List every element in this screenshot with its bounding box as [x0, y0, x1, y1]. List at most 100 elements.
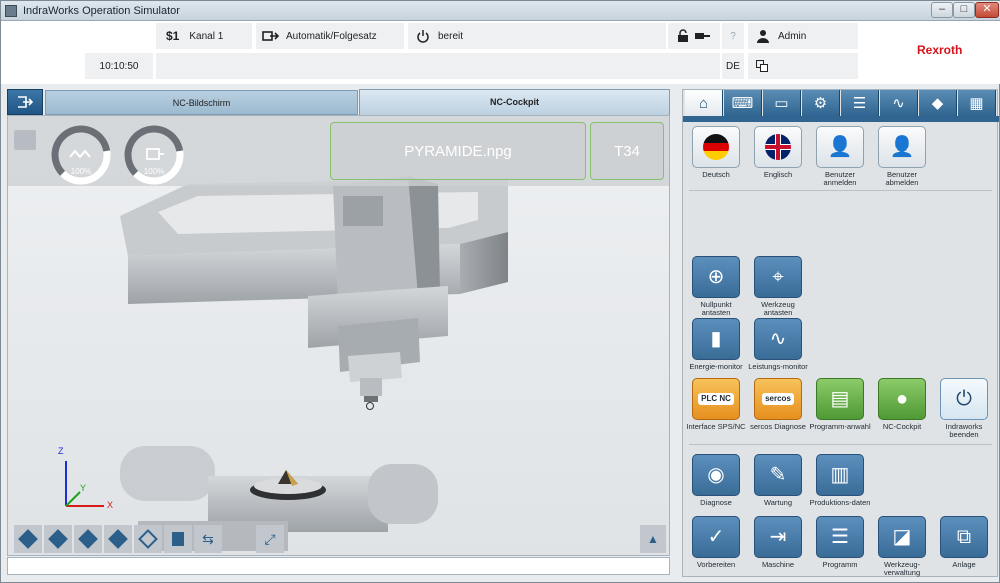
bar-chart-tile[interactable]: ▥ Produktions-daten — [809, 454, 871, 507]
tab-home[interactable]: ⌂ — [685, 90, 723, 116]
view-top-button[interactable] — [104, 525, 132, 553]
tile-label: Maschine — [761, 560, 795, 569]
sercos-tile[interactable]: sercos sercos Diagnose — [747, 378, 809, 431]
tile-label: Indraworks beenden — [945, 422, 983, 439]
channel-name: Kanal 1 — [189, 30, 224, 42]
machine-icon — [172, 532, 184, 546]
uk-flag-icon — [754, 126, 802, 168]
plc-nc-tile[interactable]: PLC NC Interface SPS/NC — [685, 378, 747, 431]
tab-grid[interactable]: ▦ — [958, 90, 996, 116]
scroll-up-button[interactable]: ▲ — [640, 525, 666, 553]
program-name[interactable]: PYRAMIDE.npg — [330, 122, 586, 180]
user-display[interactable]: Admin — [748, 23, 858, 49]
copy-icon — [756, 60, 768, 72]
view-wireframe-button[interactable] — [134, 525, 162, 553]
tab-keyboard[interactable]: ⌨ — [724, 90, 762, 116]
view-front-button[interactable] — [44, 525, 72, 553]
status-display: bereit — [408, 23, 668, 49]
status-bar — [7, 557, 670, 575]
power-tile[interactable]: ⏻ Indraworks beenden — [933, 378, 995, 439]
tab-oscilloscope[interactable]: ∿ — [880, 90, 918, 116]
user-logout-icon: 👤 — [878, 126, 926, 168]
tab-handshake[interactable]: ◆ — [919, 90, 957, 116]
exit-icon — [18, 96, 34, 108]
maximize-button[interactable]: □ — [953, 2, 975, 18]
cube-icon — [48, 529, 68, 549]
bar-chart-icon: ▥ — [816, 454, 864, 496]
handshake-icon: ◆ — [931, 95, 944, 112]
tile-label: Benutzer abmelden — [885, 170, 919, 187]
tab-nc-cockpit[interactable]: NC-Cockpit — [359, 89, 670, 115]
view-machine-button[interactable] — [164, 525, 192, 553]
tile-label: Vorbereiten — [696, 560, 736, 569]
fullscreen-button[interactable]: ⤢ — [256, 525, 284, 553]
mode-display[interactable]: Automatik/Folgesatz — [256, 23, 406, 49]
plant-tile[interactable]: ⧉ Anlage — [933, 516, 995, 569]
user-icon — [757, 30, 769, 43]
view-path-button[interactable]: ⇆ — [194, 525, 222, 553]
message-line — [156, 53, 722, 79]
tool-probe-icon: ⌖ — [754, 256, 802, 298]
zero-point-tile[interactable]: ⊕ Nullpunkt antasten — [685, 256, 747, 317]
eye-tile[interactable]: ◉ Diagnose — [685, 454, 747, 507]
view-side-button[interactable] — [74, 525, 102, 553]
tile-label: Nullpunkt antasten — [700, 300, 732, 317]
list-tile[interactable]: ☰ Programm — [809, 516, 871, 569]
tile-label: Produktions-daten — [809, 498, 871, 507]
tile-label: Diagnose — [700, 498, 732, 507]
gear-icon: ⚙ — [813, 95, 828, 112]
tool-number[interactable]: T34 — [590, 122, 664, 180]
language-indicator[interactable]: DE — [722, 53, 746, 79]
copy-area[interactable] — [748, 53, 858, 79]
view-iso-button[interactable] — [14, 525, 42, 553]
user-login-tile[interactable]: 👤 Benutzer anmelden — [809, 126, 871, 187]
channel-symbol: $1 — [166, 29, 180, 43]
tab-machine[interactable]: ▭ — [763, 90, 801, 116]
german-flag-icon — [692, 126, 740, 168]
tab-nc-bildschirm[interactable]: NC-Bildschirm — [45, 90, 358, 115]
channel-selector[interactable]: $1 Kanal 1 — [156, 23, 254, 49]
expand-icon: ⤢ — [264, 530, 276, 547]
close-button[interactable]: ✕ — [975, 2, 999, 18]
power-monitor-tile[interactable]: ∿ Leistungs-monitor — [747, 318, 809, 371]
machine-enter-tile[interactable]: ⇥ Maschine — [747, 516, 809, 569]
wrench-tile[interactable]: ✎ Wartung — [747, 454, 809, 507]
tile-label: Wartung — [763, 498, 793, 507]
tile-label: Anlage — [952, 560, 976, 569]
tile-label: NC-Cockpit — [882, 422, 922, 431]
help-button[interactable]: ? — [722, 23, 746, 49]
check-tile[interactable]: ✓ Vorbereiten — [685, 516, 747, 569]
tile-label: Benutzer anmelden — [823, 170, 857, 187]
lock-area[interactable] — [668, 23, 722, 49]
tile-label: Programm — [822, 560, 858, 569]
exit-screen-button[interactable] — [7, 89, 43, 115]
user-login-icon: 👤 — [816, 126, 864, 168]
tab-checklist[interactable]: ☰ — [841, 90, 879, 116]
separator — [689, 444, 992, 445]
uk-flag-tile[interactable]: Englisch — [747, 126, 809, 179]
tab-gear[interactable]: ⚙ — [802, 90, 840, 116]
home-icon: ⌂ — [698, 94, 709, 112]
brand-logo: Rexroth — [917, 43, 963, 57]
cube-icon — [18, 529, 38, 549]
cube-icon — [78, 529, 98, 549]
spindle-override-value: 100% — [143, 167, 165, 176]
user-logout-tile[interactable]: 👤 Benutzer abmelden — [871, 126, 933, 187]
german-flag-tile[interactable]: Deutsch — [685, 126, 747, 179]
program-select-tile[interactable]: ▤ Programm-anwahl — [809, 378, 871, 431]
energy-monitor-tile[interactable]: ▮ Energie-monitor — [685, 318, 747, 371]
tool-manage-tile[interactable]: ◪ Werkzeug-verwaltung — [871, 516, 933, 577]
function-tabs: ⌂ ⌨ ▭ ⚙ ☰ ∿ ◆ ▦ — [683, 90, 999, 116]
plc-nc-icon: PLC NC — [692, 378, 740, 420]
grid-icon: ▦ — [969, 95, 984, 112]
tile-label: Programm-anwahl — [809, 422, 871, 431]
nc-cockpit-tile[interactable]: ● NC-Cockpit — [871, 378, 933, 431]
keyboard-icon: ⌨ — [731, 95, 754, 112]
tool-probe-tile[interactable]: ⌖ Werkzeug antasten — [747, 256, 809, 317]
axis-x-label: X — [107, 500, 114, 510]
spindle-override-gauge — [124, 125, 184, 185]
list-icon: ☰ — [816, 516, 864, 558]
view-toolbar: ⇆ — [14, 525, 222, 553]
path-icon: ⇆ — [202, 530, 214, 547]
minimize-button[interactable]: – — [931, 2, 953, 18]
